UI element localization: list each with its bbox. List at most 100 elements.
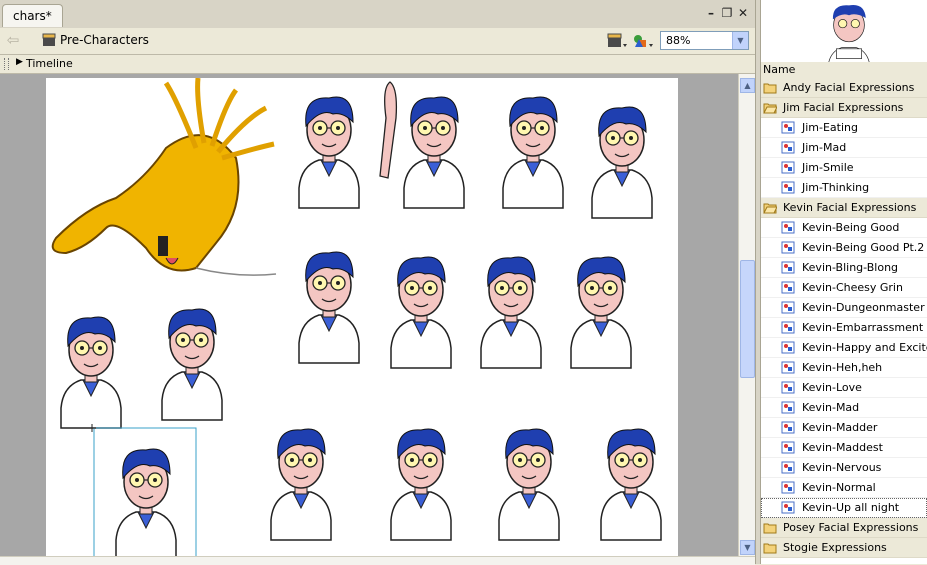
library-item[interactable]: Kevin-Mad bbox=[761, 398, 927, 418]
graphic-symbol-icon bbox=[781, 461, 795, 474]
library-row-label: Kevin-Being Good bbox=[802, 221, 900, 234]
graphic-symbol-icon bbox=[781, 241, 795, 254]
library-item[interactable]: Kevin-Love bbox=[761, 378, 927, 398]
library-item[interactable]: Kevin-Nervous bbox=[761, 458, 927, 478]
library-row-label: Stogie Expressions bbox=[783, 541, 887, 554]
graphic-symbol-icon bbox=[781, 421, 795, 434]
graphic-symbol-icon bbox=[781, 361, 795, 374]
library-item[interactable]: Kevin-Being Good bbox=[761, 218, 927, 238]
close-icon[interactable]: ✕ bbox=[736, 6, 750, 20]
vertical-scrollbar[interactable]: ▲ ▼ bbox=[738, 74, 756, 556]
folder-icon bbox=[763, 83, 777, 94]
graphic-symbol-icon bbox=[781, 181, 795, 194]
graphic-symbol-icon bbox=[781, 481, 795, 494]
scroll-up-icon[interactable]: ▲ bbox=[740, 78, 755, 93]
graphic-symbol-icon bbox=[781, 501, 795, 514]
expand-arrow-icon[interactable]: ▶ bbox=[16, 57, 23, 67]
preview-thumbnail bbox=[827, 4, 871, 82]
library-item[interactable]: Kevin-Heh,heh bbox=[761, 358, 927, 378]
library-item[interactable]: Kevin-Up all night bbox=[761, 498, 927, 518]
stage-canvas[interactable] bbox=[46, 77, 678, 556]
library-item[interactable]: Kevin-Madder bbox=[761, 418, 927, 438]
library-row-label: Jim-Thinking bbox=[802, 181, 870, 194]
scroll-thumb[interactable] bbox=[740, 260, 755, 378]
library-item[interactable]: Kevin-Maddest bbox=[761, 438, 927, 458]
graphic-symbol-icon bbox=[781, 221, 795, 234]
library-folder[interactable]: Kevin Facial Expressions bbox=[761, 198, 927, 218]
library-item[interactable]: Kevin-Normal bbox=[761, 478, 927, 498]
scene-clapper-icon bbox=[42, 33, 56, 46]
library-item[interactable]: Kevin-Cheesy Grin bbox=[761, 278, 927, 298]
character-sheet-artwork bbox=[51, 77, 662, 556]
library-row-label: Jim-Mad bbox=[802, 141, 847, 154]
library-row-label: Kevin-Maddest bbox=[802, 441, 883, 454]
library-row-label: Kevin-Cheesy Grin bbox=[802, 281, 903, 294]
library-row-label: Kevin-Up all night bbox=[802, 501, 900, 514]
panel-grip-icon[interactable] bbox=[4, 58, 9, 70]
library-row-label: Kevin-Nervous bbox=[802, 461, 882, 474]
minimize-icon[interactable]: – bbox=[704, 6, 718, 20]
edit-symbols-icon[interactable] bbox=[632, 32, 654, 50]
library-row-label: Jim-Eating bbox=[802, 121, 858, 134]
edit-scene-icon[interactable] bbox=[606, 32, 628, 50]
library-column-header[interactable]: Name bbox=[761, 62, 927, 79]
library-row-label: Kevin-Heh,heh bbox=[802, 361, 883, 374]
library-row-label: Kevin Facial Expressions bbox=[783, 201, 917, 214]
zoom-combobox[interactable]: 88% ▼ bbox=[660, 31, 749, 50]
library-folder[interactable]: Jim Facial Expressions bbox=[761, 98, 927, 118]
name-column-label: Name bbox=[763, 63, 796, 76]
library-item[interactable]: Kevin-Bling-Blong bbox=[761, 258, 927, 278]
library-row-label: Jim Facial Expressions bbox=[783, 101, 904, 114]
restore-icon[interactable]: ❐ bbox=[720, 6, 734, 20]
library-row-label: Kevin-Dungeonmaster bbox=[802, 301, 925, 314]
graphic-symbol-icon bbox=[781, 121, 795, 134]
scene-breadcrumb[interactable]: Pre-Characters bbox=[60, 33, 149, 47]
folder-icon bbox=[763, 543, 777, 554]
library-row-label: Kevin-Happy and Excited bbox=[802, 341, 927, 354]
document-tab[interactable]: chars* bbox=[2, 4, 63, 27]
graphic-symbol-icon bbox=[781, 301, 795, 314]
graphic-symbol-icon bbox=[781, 381, 795, 394]
chevron-down-icon[interactable]: ▼ bbox=[732, 32, 748, 49]
library-item[interactable]: Jim-Eating bbox=[761, 118, 927, 138]
graphic-symbol-icon bbox=[781, 141, 795, 154]
graphic-symbol-icon bbox=[781, 341, 795, 354]
timeline-label[interactable]: Timeline bbox=[26, 57, 73, 70]
graphic-symbol-icon bbox=[781, 161, 795, 174]
library-row-label: Kevin-Embarrassment (dec bbox=[802, 321, 927, 334]
library-item[interactable]: Kevin-Dungeonmaster bbox=[761, 298, 927, 318]
library-panel: Name Andy Facial Expressions Jim Facial E… bbox=[761, 0, 927, 564]
symbol-preview bbox=[761, 0, 927, 82]
folder-icon bbox=[763, 523, 777, 534]
library-item[interactable]: Kevin-Being Good Pt.2 bbox=[761, 238, 927, 258]
timeline-header: ▶ Timeline bbox=[0, 55, 755, 74]
document-tab-bar: chars* – ❐ ✕ bbox=[0, 0, 755, 29]
library-row-label: Kevin-Being Good Pt.2 bbox=[802, 241, 925, 254]
library-folder[interactable]: Posey Facial Expressions bbox=[761, 518, 927, 538]
library-row-label: Kevin-Madder bbox=[802, 421, 878, 434]
library-row-label: Kevin-Bling-Blong bbox=[802, 261, 899, 274]
graphic-symbol-icon bbox=[781, 321, 795, 334]
library-row-label: Kevin-Mad bbox=[802, 401, 860, 414]
library-item[interactable]: Kevin-Happy and Excited bbox=[761, 338, 927, 358]
graphic-symbol-icon bbox=[781, 281, 795, 294]
library-row-label: Kevin-Love bbox=[802, 381, 862, 394]
library-row-label: Posey Facial Expressions bbox=[783, 521, 919, 534]
zoom-value: 88% bbox=[666, 34, 691, 47]
edit-bar: ⇦ Pre-Characters 88% ▼ bbox=[0, 28, 755, 55]
library-row-label: Kevin-Normal bbox=[802, 481, 876, 494]
library-folder[interactable]: Stogie Expressions bbox=[761, 538, 927, 558]
library-row-label: Jim-Smile bbox=[802, 161, 854, 174]
graphic-symbol-icon bbox=[781, 401, 795, 414]
scroll-down-icon[interactable]: ▼ bbox=[740, 540, 755, 555]
library-item[interactable]: Jim-Thinking bbox=[761, 178, 927, 198]
graphic-symbol-icon bbox=[781, 261, 795, 274]
library-item[interactable]: Jim-Mad bbox=[761, 138, 927, 158]
stage-area bbox=[0, 74, 738, 556]
library-item[interactable]: Kevin-Embarrassment (dec bbox=[761, 318, 927, 338]
library-folder[interactable]: Andy Facial Expressions bbox=[761, 78, 927, 98]
library-item[interactable]: Jim-Smile bbox=[761, 158, 927, 178]
back-arrow-icon[interactable]: ⇦ bbox=[4, 31, 22, 49]
folder-open-icon bbox=[763, 203, 777, 214]
folder-open-icon bbox=[763, 103, 777, 114]
